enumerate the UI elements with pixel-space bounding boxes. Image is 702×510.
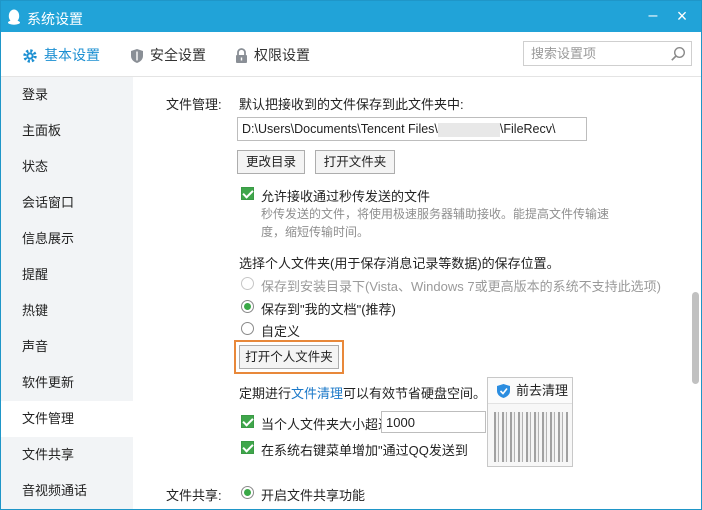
sidebar-item-chat-window[interactable]: 会话窗口 [1,185,133,221]
title-bar: 系统设置 – × [1,1,701,32]
settings-window: 系统设置 – × 基本设置 安全设置 权限设置 搜索设置项 登录 主面板 状态 … [0,0,702,510]
shield-icon [131,49,143,64]
enable-file-sharing-radio[interactable] [241,486,254,499]
content-scrollbar[interactable] [690,77,701,509]
minimize-button[interactable]: – [644,7,662,25]
tab-basic-label: 基本设置 [44,47,100,63]
size-limit-label: 当个人文件夹大小超过 [261,417,392,432]
cleanup-prefix: 定期进行 [239,386,292,401]
sidebar-item-av-call[interactable]: 音视频通话 [1,473,133,509]
size-limit-checkbox[interactable] [241,415,254,428]
tab-permission-settings[interactable]: 权限设置 [235,45,310,65]
sidebar-item-sound[interactable]: 声音 [1,329,133,365]
open-personal-folder-button[interactable]: 打开个人文件夹 [234,340,344,374]
qq-penguin-icon [8,9,20,25]
download-path-field[interactable]: D:\Users\Documents\Tencent Files\ \FileRe… [237,117,587,141]
settings-content: 文件管理: 默认把接收到的文件保存到此文件夹中: D:\Users\Docume… [133,77,689,509]
tab-permission-label: 权限设置 [254,47,310,63]
personal-folder-description: 选择个人文件夹(用于保存消息记录等数据)的保存位置。 [239,256,560,271]
tab-security-label: 安全设置 [150,47,206,63]
tab-security-settings[interactable]: 安全设置 [130,45,206,65]
open-folder-button[interactable]: 打开文件夹 [315,150,395,174]
size-limit-input[interactable]: 1000 [381,411,486,433]
radio-install-directory[interactable] [241,277,254,290]
tab-basic-settings[interactable]: 基本设置 [22,45,100,65]
sidebar-item-reminders[interactable]: 提醒 [1,257,133,293]
sidebar-item-main-panel[interactable]: 主面板 [1,113,133,149]
file-cleanup-link[interactable]: 文件清理 [291,386,343,401]
gear-icon [23,49,37,63]
sidebar-item-file-sharing[interactable]: 文件共享 [1,437,133,473]
flash-hint-line1: 秒传发送的文件，将使用极速服务器辅助接收。能提高文件传输速 [261,207,610,221]
sidebar-item-info-display[interactable]: 信息展示 [1,221,133,257]
sidebar-item-status[interactable]: 状态 [1,149,133,185]
sidebar-item-login[interactable]: 登录 [1,77,133,113]
sidebar-item-hotkeys[interactable]: 热键 [1,293,133,329]
settings-tabs: 基本设置 安全设置 权限设置 [1,32,701,77]
settings-sidebar: 登录 主面板 状态 会话窗口 信息展示 提醒 热键 声音 软件更新 文件管理 文… [1,77,133,509]
scrollbar-thumb[interactable] [692,292,699,384]
sidebar-item-software-update[interactable]: 软件更新 [1,365,133,401]
allow-flash-transfer-checkbox[interactable] [241,187,254,200]
file-sharing-section-label: 文件共享: [166,488,222,503]
cleanup-shield-icon [497,384,510,398]
flash-hint-line2: 度，缩短传输时间。 [261,225,370,239]
distorted-overlay [494,412,568,462]
lock-icon [236,48,247,64]
search-icon[interactable] [670,46,686,62]
sidebar-item-file-management[interactable]: 文件管理 [1,401,133,437]
context-menu-label: 在系统右键菜单增加"通过QQ发送到 [261,443,468,458]
go-clean-label: 前去清理 [516,383,569,398]
path-suffix: \FileRecv\ [499,122,556,136]
cleanup-description: 定期进行文件清理可以有效节省硬盘空间。 [239,383,486,402]
radio-install-directory-label: 保存到安装目录下(Vista、Windows 7或更高版本的系统不支持此选项) [261,279,661,294]
path-prefix: D:\Users\Documents\Tencent Files\ [242,122,438,136]
change-directory-button[interactable]: 更改目录 [237,150,305,174]
context-menu-checkbox[interactable] [241,441,254,454]
enable-file-sharing-label: 开启文件共享功能 [261,488,366,503]
radio-custom[interactable] [241,322,254,335]
redacted-account [437,122,500,137]
radio-my-documents[interactable] [241,300,254,313]
radio-custom-label: 自定义 [261,324,301,339]
close-button[interactable]: × [673,7,691,25]
radio-my-documents-label: 保存到"我的文档"(推荐) [261,302,396,317]
go-clean-button[interactable]: 前去清理 [488,378,572,404]
save-location-description: 默认把接收到的文件保存到此文件夹中: [239,97,464,112]
cleanup-popup: 前去清理 [487,377,573,467]
cleanup-suffix: 可以有效节省硬盘空间。 [343,386,487,401]
file-management-section-label: 文件管理: [166,97,222,112]
search-input[interactable] [524,42,664,65]
search-box [523,41,692,66]
window-title: 系统设置 [27,11,83,27]
allow-flash-transfer-label: 允许接收通过秒传发送的文件 [261,189,431,204]
